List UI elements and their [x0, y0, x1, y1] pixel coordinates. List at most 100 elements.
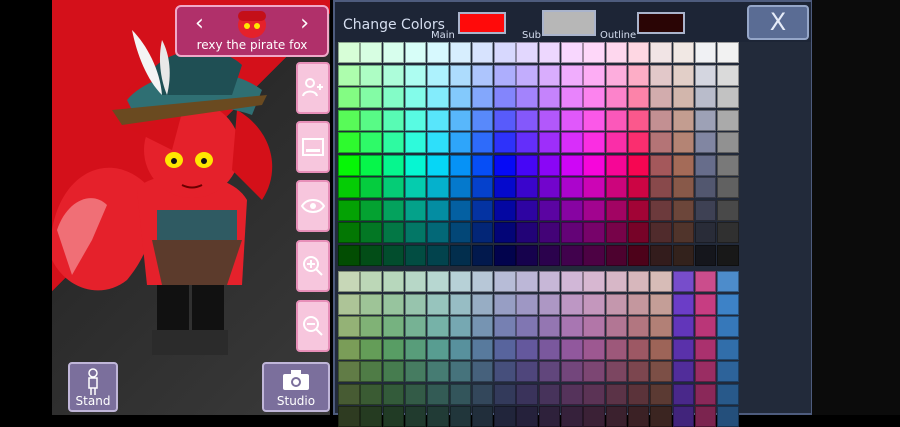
color-cell[interactable] [627, 154, 650, 176]
color-cell[interactable] [494, 222, 516, 243]
color-cell[interactable] [672, 271, 694, 292]
color-cell[interactable] [717, 222, 739, 243]
color-cell[interactable] [627, 383, 650, 405]
color-cell[interactable] [583, 199, 605, 221]
color-cell[interactable] [627, 87, 650, 108]
color-cell[interactable] [650, 132, 672, 153]
color-cell[interactable] [561, 42, 583, 63]
color-cell[interactable] [449, 222, 471, 243]
color-cell[interactable] [494, 361, 516, 382]
color-cell[interactable] [449, 316, 471, 337]
color-cell[interactable] [494, 244, 516, 266]
color-cell[interactable] [717, 199, 739, 221]
color-cell[interactable] [449, 177, 471, 198]
color-cell[interactable] [449, 338, 471, 360]
color-cell[interactable] [382, 87, 405, 108]
color-cell[interactable] [471, 177, 494, 198]
color-cell[interactable] [650, 271, 672, 292]
color-cell[interactable] [404, 64, 427, 86]
color-cell[interactable] [605, 109, 628, 131]
zoom-in-button[interactable] [296, 240, 330, 292]
color-cell[interactable] [494, 199, 516, 221]
color-cell[interactable] [516, 383, 538, 405]
color-cell[interactable] [494, 293, 516, 315]
color-cell[interactable] [449, 199, 471, 221]
color-cell[interactable] [717, 316, 739, 337]
color-cell[interactable] [717, 293, 739, 315]
color-cell[interactable] [605, 271, 628, 292]
color-cell[interactable] [449, 42, 471, 63]
color-cell[interactable] [717, 154, 739, 176]
color-cell[interactable] [494, 64, 516, 86]
color-cell[interactable] [516, 199, 538, 221]
color-cell[interactable] [427, 154, 449, 176]
color-cell[interactable] [338, 177, 360, 198]
color-cell[interactable] [717, 42, 739, 63]
color-cell[interactable] [627, 406, 650, 427]
color-cell[interactable] [360, 154, 382, 176]
color-cell[interactable] [427, 271, 449, 292]
studio-button[interactable]: Studio [262, 362, 330, 412]
color-cell[interactable] [471, 406, 494, 427]
color-cell[interactable] [694, 87, 717, 108]
color-cell[interactable] [494, 406, 516, 427]
color-cell[interactable] [561, 87, 583, 108]
color-cell[interactable] [338, 383, 360, 405]
color-cell[interactable] [650, 406, 672, 427]
color-cell[interactable] [449, 361, 471, 382]
color-cell[interactable] [338, 338, 360, 360]
color-cell[interactable] [561, 406, 583, 427]
color-cell[interactable] [427, 109, 449, 131]
color-cell[interactable] [627, 361, 650, 382]
color-cell[interactable] [382, 199, 405, 221]
color-cell[interactable] [427, 177, 449, 198]
color-cell[interactable] [627, 244, 650, 266]
color-cell[interactable] [404, 132, 427, 153]
color-cell[interactable] [694, 177, 717, 198]
color-cell[interactable] [650, 42, 672, 63]
color-cell[interactable] [650, 338, 672, 360]
color-cell[interactable] [404, 316, 427, 337]
color-cell[interactable] [583, 361, 605, 382]
color-cell[interactable] [627, 109, 650, 131]
color-cell[interactable] [694, 42, 717, 63]
color-cell[interactable] [538, 316, 561, 337]
color-cell[interactable] [672, 316, 694, 337]
color-cell[interactable] [717, 406, 739, 427]
color-cell[interactable] [427, 132, 449, 153]
color-cell[interactable] [583, 271, 605, 292]
color-cell[interactable] [538, 42, 561, 63]
color-cell[interactable] [427, 199, 449, 221]
color-cell[interactable] [338, 42, 360, 63]
color-cell[interactable] [561, 154, 583, 176]
color-cell[interactable] [360, 361, 382, 382]
color-cell[interactable] [605, 383, 628, 405]
color-cell[interactable] [516, 64, 538, 86]
color-cell[interactable] [449, 132, 471, 153]
color-cell[interactable] [516, 132, 538, 153]
color-cell[interactable] [404, 199, 427, 221]
color-cell[interactable] [583, 132, 605, 153]
color-cell[interactable] [538, 383, 561, 405]
color-cell[interactable] [382, 154, 405, 176]
color-cell[interactable] [583, 42, 605, 63]
color-cell[interactable] [650, 87, 672, 108]
color-cell[interactable] [360, 64, 382, 86]
color-cell[interactable] [360, 42, 382, 63]
zoom-out-button[interactable] [296, 300, 330, 352]
color-cell[interactable] [672, 199, 694, 221]
color-cell[interactable] [516, 338, 538, 360]
color-cell[interactable] [694, 109, 717, 131]
color-cell[interactable] [650, 244, 672, 266]
color-cell[interactable] [538, 244, 561, 266]
color-cell[interactable] [627, 132, 650, 153]
color-cell[interactable] [605, 316, 628, 337]
color-cell[interactable] [382, 222, 405, 243]
color-cell[interactable] [382, 406, 405, 427]
color-cell[interactable] [516, 316, 538, 337]
color-cell[interactable] [471, 361, 494, 382]
color-cell[interactable] [449, 271, 471, 292]
color-cell[interactable] [538, 177, 561, 198]
stand-button[interactable]: Stand [68, 362, 118, 412]
color-cell[interactable] [338, 109, 360, 131]
